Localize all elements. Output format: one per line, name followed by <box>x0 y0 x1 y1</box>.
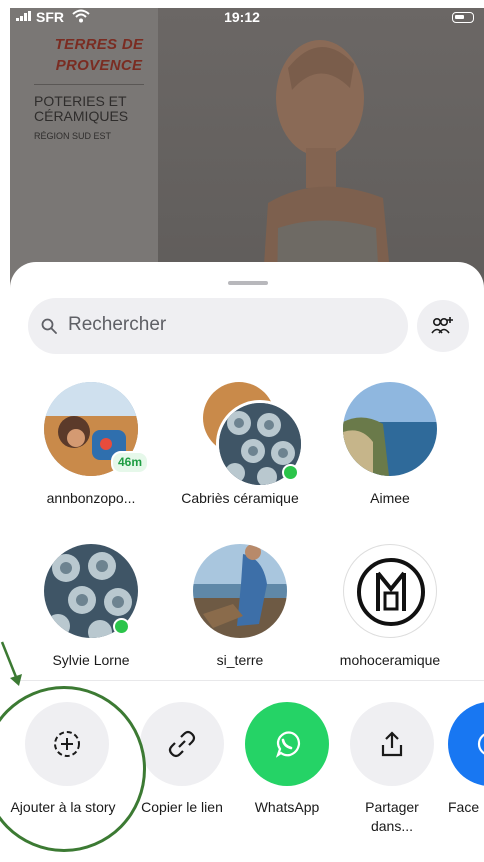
sheet-grabber[interactable] <box>228 281 268 285</box>
contact-name: si_terre <box>216 652 264 668</box>
mohoceramique-logo <box>357 558 425 626</box>
contact-name: Sylvie Lorne <box>52 652 130 668</box>
whatsapp-icon <box>275 731 301 758</box>
status-bar: SFR 19:12 <box>0 0 484 34</box>
whatsapp-circle[interactable] <box>245 702 329 786</box>
facebook-button[interactable]: Face <box>440 702 484 862</box>
contact-sylvie-lorne[interactable]: Sylvie Lorne <box>21 544 161 674</box>
search-field[interactable]: Rechercher <box>28 298 408 354</box>
avatar <box>343 544 437 638</box>
share-icon <box>381 731 403 757</box>
contact-cabries-ceramique[interactable]: Cabriès céramique <box>170 382 310 532</box>
divider <box>20 680 484 681</box>
online-indicator <box>282 464 299 481</box>
contact-name: Aimee <box>370 490 410 506</box>
copy-link-circle[interactable] <box>140 702 224 786</box>
contact-si-terre[interactable]: si_terre <box>170 544 310 674</box>
search-icon <box>41 318 57 334</box>
brand-subtitle: POTERIES ET CÉRAMIQUES <box>34 93 129 124</box>
annotation-arrow-icon <box>0 641 22 686</box>
link-icon <box>168 730 196 758</box>
contact-name: mohoceramique <box>339 652 441 668</box>
contact-aimee[interactable]: Aimee <box>320 382 460 532</box>
contact-mohoceramique[interactable]: mohoceramique <box>320 544 460 674</box>
clock: 19:12 <box>224 9 260 25</box>
facebook-icon <box>477 733 484 755</box>
add-people-button[interactable] <box>417 300 469 352</box>
search-input[interactable]: Rechercher <box>68 314 166 336</box>
contact-name: annbonzopo... <box>46 490 136 506</box>
battery-icon <box>452 12 474 23</box>
avatar <box>343 382 437 476</box>
facebook-circle[interactable] <box>448 702 484 786</box>
brand-divider <box>34 84 144 85</box>
share-to-circle[interactable] <box>350 702 434 786</box>
brand-region: RÉGION SUD EST <box>34 131 112 141</box>
contact-annbonzopo[interactable]: 46m annbonzopo... <box>21 382 161 532</box>
contact-name: Cabriès céramique <box>181 490 299 506</box>
action-label: Copier le lien <box>141 799 223 815</box>
status-badge: 46m <box>111 451 150 474</box>
brand-name: TERRES DE PROVENCE <box>54 36 144 74</box>
action-label: Face <box>448 799 480 815</box>
action-label: Partager dans... <box>365 799 419 834</box>
online-indicator <box>113 618 130 635</box>
avatar <box>193 544 287 638</box>
add-people-icon <box>431 317 453 334</box>
action-label: WhatsApp <box>254 799 320 815</box>
